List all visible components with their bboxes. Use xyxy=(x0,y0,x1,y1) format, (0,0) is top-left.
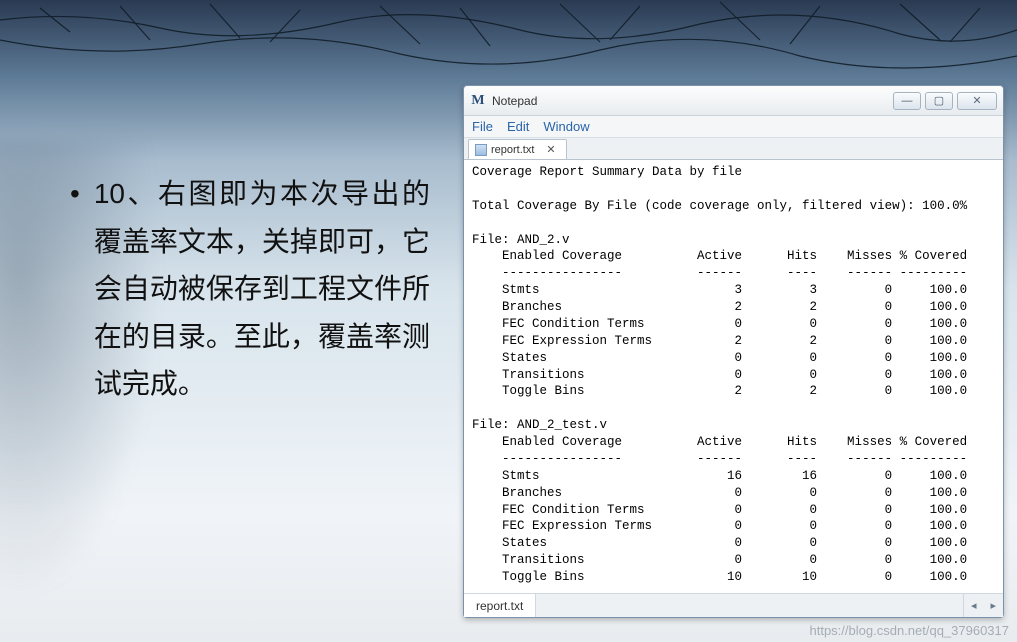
minimize-button[interactable]: — xyxy=(893,92,921,110)
status-tab[interactable]: report.txt xyxy=(464,594,536,617)
window-title: Notepad xyxy=(492,94,889,108)
bullet-marker: • xyxy=(70,170,80,408)
app-icon: M xyxy=(470,93,486,109)
document-tab-icon xyxy=(475,144,487,156)
maximize-button[interactable]: ▢ xyxy=(925,92,953,110)
scroll-left-icon[interactable]: ◂ xyxy=(971,599,977,612)
statusbar: report.txt ◂ ▸ xyxy=(464,593,1003,617)
scroll-right-icon[interactable]: ▸ xyxy=(990,599,996,612)
menu-file[interactable]: File xyxy=(472,119,493,134)
document-tab-label: report.txt xyxy=(491,144,534,156)
minimize-icon: — xyxy=(902,95,913,107)
document-tab-row: report.txt ✕ xyxy=(464,138,1003,160)
watermark: https://blog.csdn.net/qq_37960317 xyxy=(810,623,1010,638)
titlebar[interactable]: M Notepad — ▢ ✕ xyxy=(464,86,1003,116)
maximize-icon: ▢ xyxy=(934,94,944,107)
bullet-text: 10、右图即为本次导出的覆盖率文本，关掉即可，它会自动被保存到工程文件所在的目录… xyxy=(94,170,430,408)
document-tab[interactable]: report.txt ✕ xyxy=(468,139,567,159)
slide-bullet: • 10、右图即为本次导出的覆盖率文本，关掉即可，它会自动被保存到工程文件所在的… xyxy=(70,170,430,408)
status-spacer xyxy=(536,594,963,617)
menubar: File Edit Window xyxy=(464,116,1003,138)
document-tab-close[interactable]: ✕ xyxy=(538,143,555,156)
notepad-window: M Notepad — ▢ ✕ File Edit Window report.… xyxy=(463,85,1004,618)
status-scroll: ◂ ▸ xyxy=(963,594,1003,617)
close-button[interactable]: ✕ xyxy=(957,92,997,110)
menu-edit[interactable]: Edit xyxy=(507,119,529,134)
decorative-branches xyxy=(0,0,1017,90)
report-text[interactable]: Coverage Report Summary Data by file Tot… xyxy=(464,160,1003,593)
menu-window[interactable]: Window xyxy=(543,119,589,134)
close-icon: ✕ xyxy=(972,94,981,107)
